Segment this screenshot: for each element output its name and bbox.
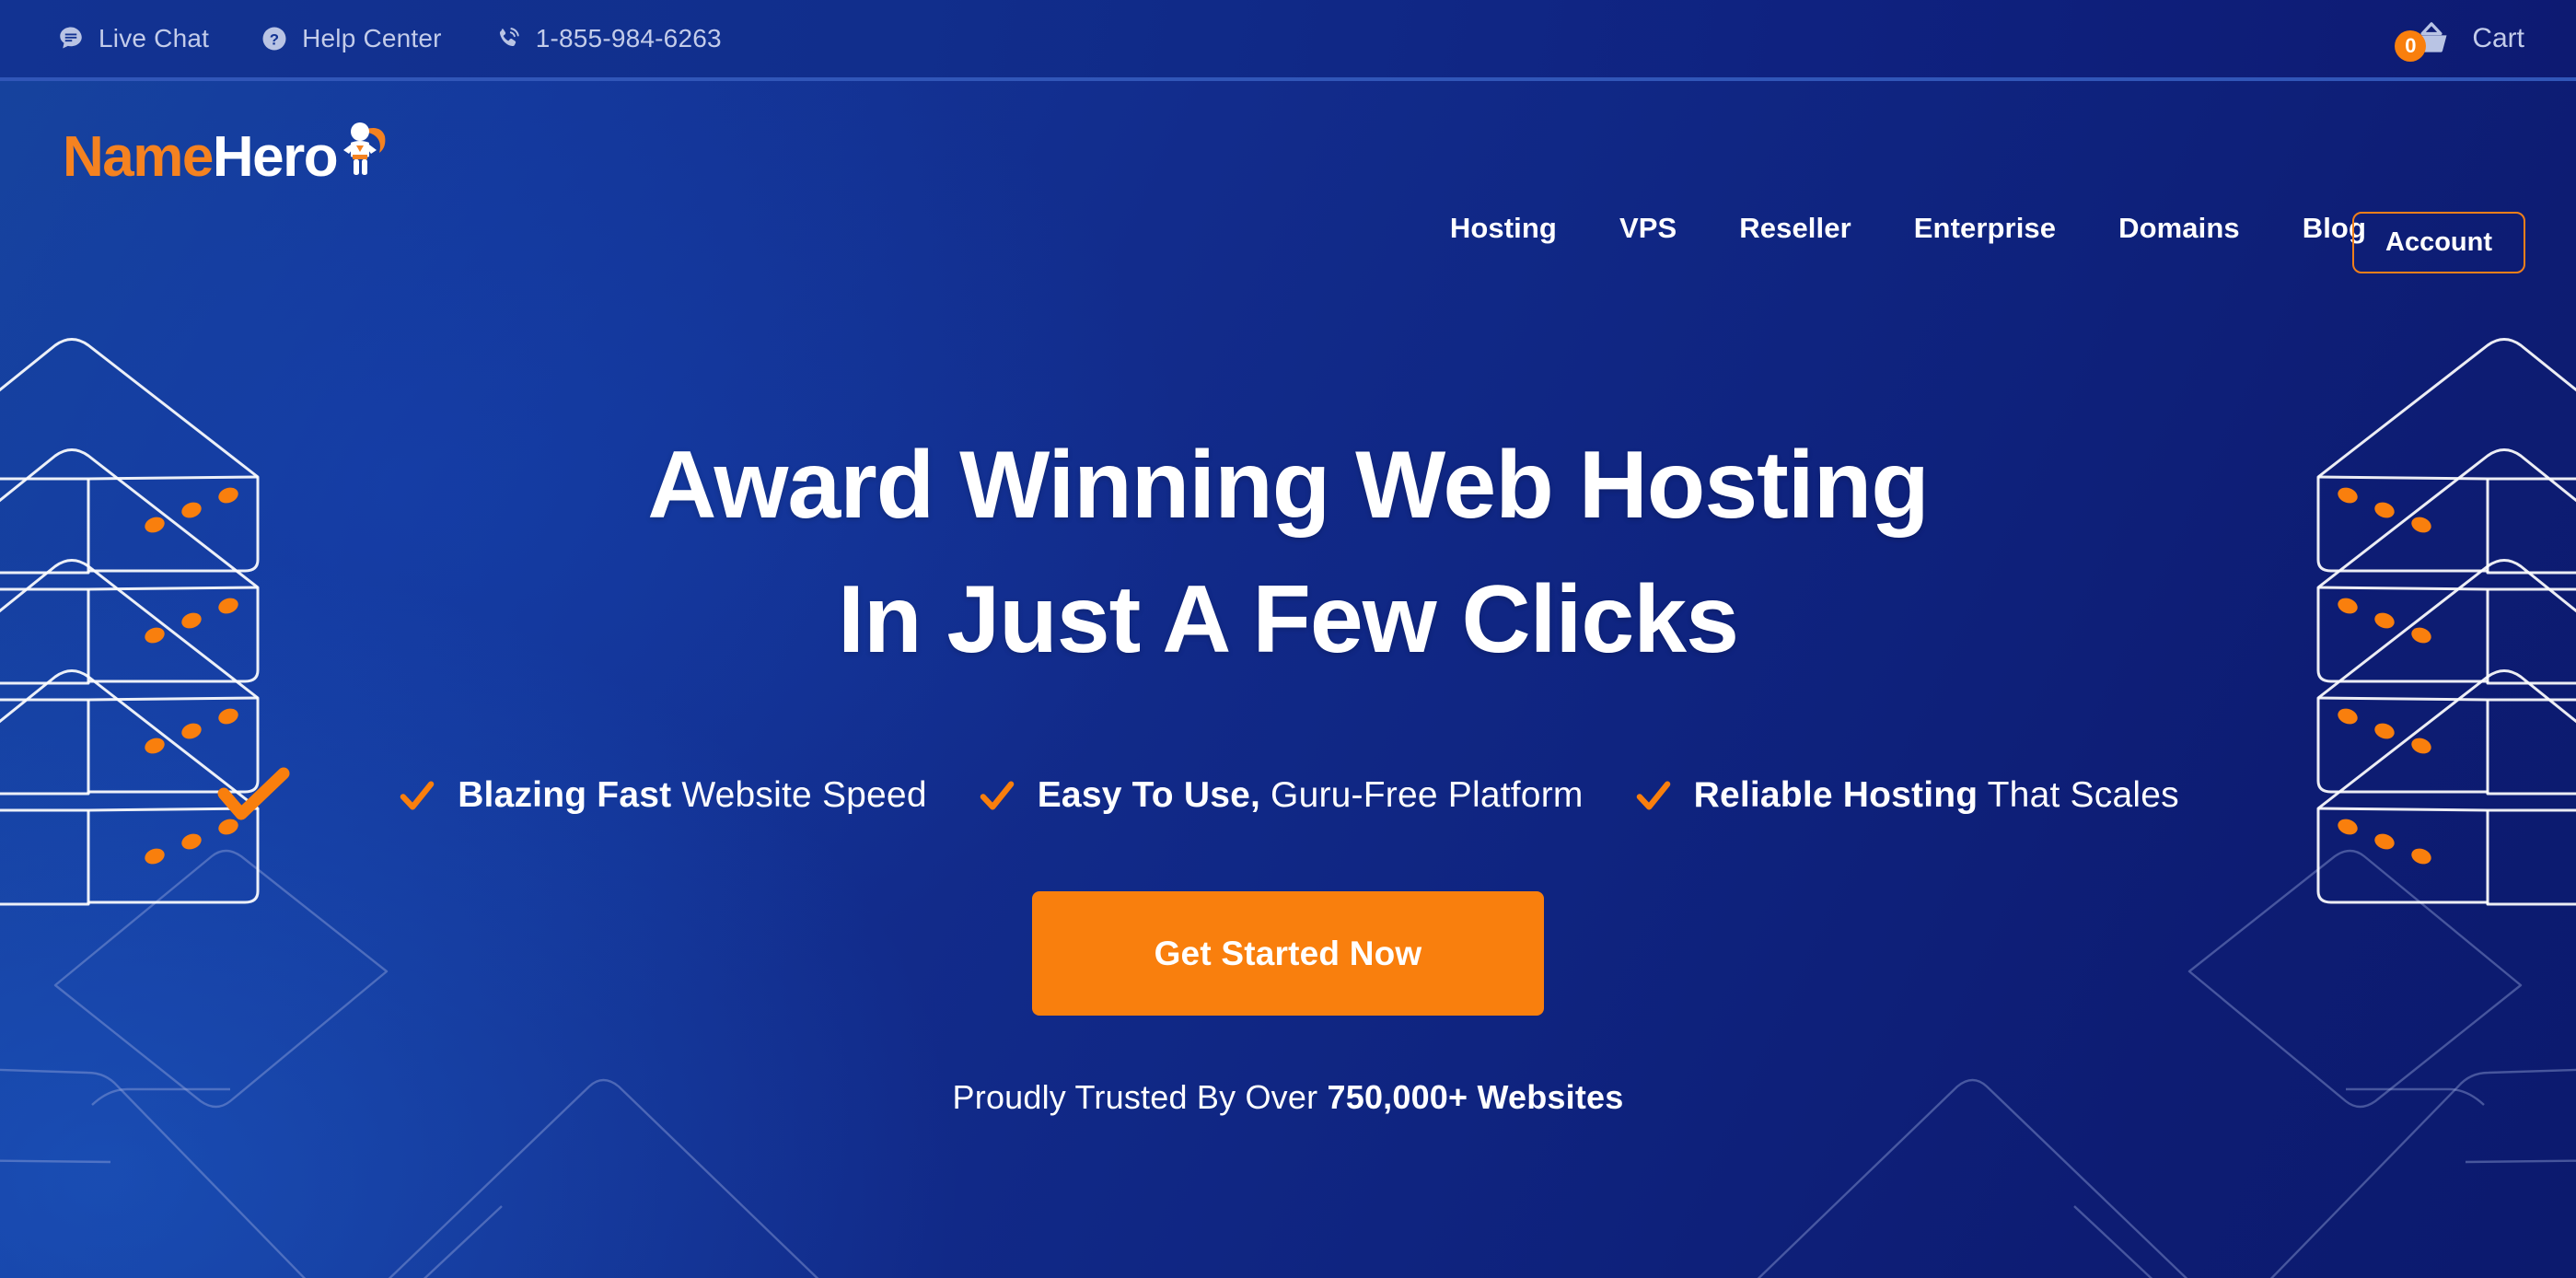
- nav-item-reseller[interactable]: Reseller: [1739, 212, 1851, 245]
- question-circle-icon: ?: [261, 25, 288, 52]
- feature-item: Easy To Use, Guru-Free Platform: [977, 775, 1584, 816]
- get-started-button[interactable]: Get Started Now: [1032, 891, 1544, 1017]
- top-utility-bar: Live Chat ? Help Center 1-855-984-6263 0…: [0, 0, 2576, 81]
- feature-text: Blazing Fast Website Speed: [458, 775, 927, 816]
- phone-link[interactable]: 1-855-984-6263: [493, 24, 722, 53]
- nav-item-hosting[interactable]: Hosting: [1450, 212, 1557, 245]
- hero-page: .srv { fill:none; stroke:#ffffff; stroke…: [0, 0, 2576, 1278]
- shopping-basket-icon: 0: [2395, 17, 2455, 62]
- feature-bold-text: Easy To Use,: [1037, 775, 1261, 816]
- feature-rest-text: Guru-Free Platform: [1260, 775, 1584, 816]
- trust-prefix-text: Proudly Trusted By Over: [952, 1078, 1328, 1117]
- live-chat-label: Live Chat: [99, 24, 210, 52]
- check-icon: [400, 781, 435, 810]
- headline-line-2: In Just A Few Clicks: [838, 565, 1739, 673]
- nav-item-enterprise[interactable]: Enterprise: [1914, 212, 2056, 245]
- logo-name-text: Name: [63, 125, 214, 190]
- nav-links: Hosting VPS Reseller Enterprise Domains …: [1450, 212, 2366, 245]
- check-icon: [980, 781, 1015, 810]
- feature-text: Reliable Hosting That Scales: [1694, 775, 2179, 816]
- utility-links: Live Chat ? Help Center 1-855-984-6263: [0, 24, 722, 53]
- feature-rest-text: That Scales: [1978, 775, 2179, 816]
- live-chat-link[interactable]: Live Chat: [57, 24, 209, 53]
- utility-right: 0 Cart: [2395, 17, 2576, 62]
- help-center-link[interactable]: ? Help Center: [261, 24, 442, 53]
- trust-statement: Proudly Trusted By Over 750,000+ Website…: [953, 1078, 1624, 1117]
- page-title: Award Winning Web Hosting In Just A Few …: [647, 419, 1929, 687]
- superhero-mascot-icon: [339, 120, 387, 181]
- svg-text:?: ?: [270, 31, 280, 49]
- cart-label: Cart: [2472, 23, 2524, 53]
- account-button[interactable]: Account: [2352, 212, 2525, 273]
- phone-number-label: 1-855-984-6263: [535, 24, 722, 52]
- feature-item: Reliable Hosting That Scales: [1633, 775, 2179, 816]
- feature-item: Blazing Fast Website Speed: [397, 775, 927, 816]
- feature-bold-text: Blazing Fast: [458, 775, 672, 816]
- feature-text: Easy To Use, Guru-Free Platform: [1038, 775, 1584, 816]
- hero-section: Award Winning Web Hosting In Just A Few …: [0, 184, 2576, 1278]
- check-icon: [1636, 781, 1670, 810]
- feature-list: Blazing Fast Website Speed Easy To Use, …: [397, 775, 2179, 816]
- nav-item-domains[interactable]: Domains: [2118, 212, 2240, 245]
- chat-bubble-icon: [57, 25, 85, 52]
- headline-line-1: Award Winning Web Hosting: [647, 432, 1929, 539]
- trust-count-text: 750,000+ Websites: [1327, 1078, 1624, 1117]
- feature-bold-text: Reliable Hosting: [1693, 775, 1978, 816]
- nav-item-vps[interactable]: VPS: [1619, 212, 1677, 245]
- phone-icon: [493, 25, 522, 53]
- site-logo[interactable]: Name Hero: [63, 120, 387, 190]
- feature-rest-text: Website Speed: [671, 775, 927, 816]
- cart-link[interactable]: 0 Cart: [2395, 17, 2524, 62]
- help-center-label: Help Center: [302, 24, 442, 52]
- logo-hero-text: Hero: [212, 125, 339, 190]
